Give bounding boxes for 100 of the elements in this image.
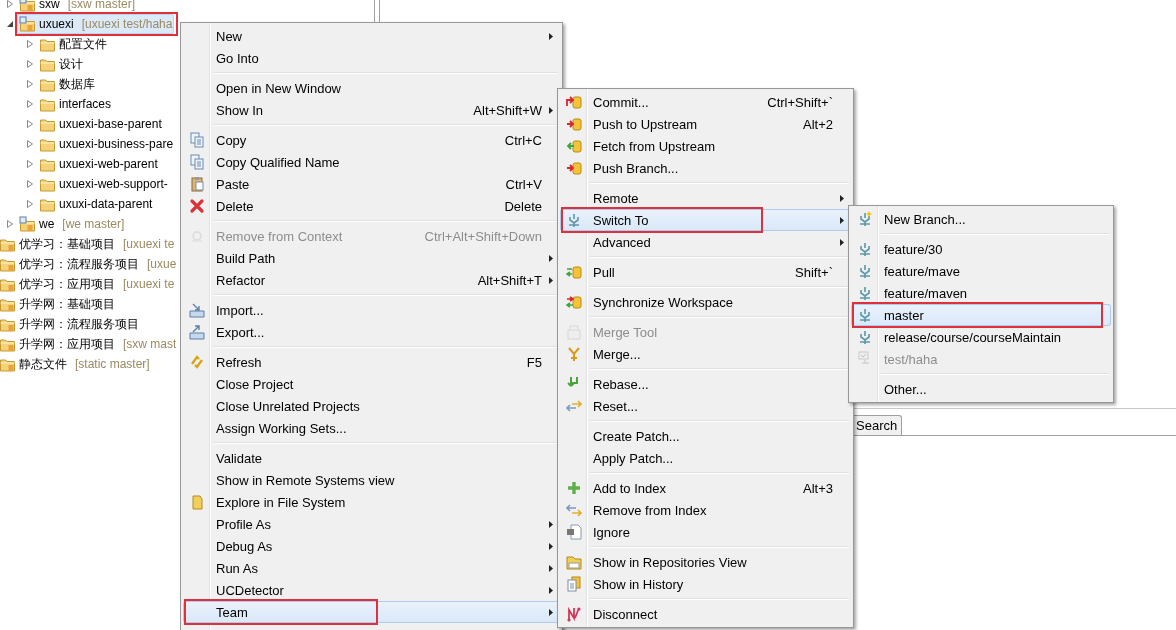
expand-arrow-icon[interactable] bbox=[24, 59, 35, 69]
folder-icon bbox=[39, 116, 56, 132]
tree-item[interactable]: 升学网：应用项目 [sxw mast bbox=[2, 334, 179, 354]
menu-item[interactable]: Copy Ctrl+C bbox=[183, 129, 560, 151]
expand-arrow-icon[interactable] bbox=[24, 99, 35, 109]
menu-item[interactable]: Advanced bbox=[560, 231, 851, 253]
project-icon bbox=[0, 356, 16, 372]
menu-item[interactable]: Delete Delete bbox=[183, 195, 560, 217]
item-label: 优学习：基础项目 bbox=[19, 235, 115, 253]
tree-item[interactable]: interfaces bbox=[37, 94, 114, 114]
menu-item[interactable]: feature/mave bbox=[851, 260, 1111, 282]
expand-arrow-icon[interactable] bbox=[24, 119, 35, 129]
menu-item[interactable]: Show In Alt+Shift+W bbox=[183, 99, 560, 121]
menu-item[interactable]: Open in New Window bbox=[183, 77, 560, 99]
menu-item[interactable]: Apply Patch... bbox=[560, 447, 851, 469]
menu-item[interactable]: Push to Upstream Alt+2 bbox=[560, 113, 851, 135]
menu-item[interactable]: Rebase... bbox=[560, 373, 851, 395]
menu-item[interactable]: Synchronize Workspace bbox=[560, 291, 851, 313]
expand-arrow-icon[interactable] bbox=[24, 139, 35, 149]
menu-item[interactable]: Pull Shift+` bbox=[560, 261, 851, 283]
menu-item[interactable]: Paste Ctrl+V bbox=[183, 173, 560, 195]
menu-item[interactable]: Build Path bbox=[183, 247, 560, 269]
project-icon bbox=[0, 316, 16, 332]
menu-item[interactable]: Reset... bbox=[560, 395, 851, 417]
tree-item[interactable]: 优学习：基础项目 [uxuexi te bbox=[2, 234, 177, 254]
expand-arrow-icon[interactable] bbox=[24, 79, 35, 89]
menu-item[interactable]: Show in Repositories View bbox=[560, 551, 851, 573]
menu-item[interactable]: Fetch from Upstream bbox=[560, 135, 851, 157]
menu-item[interactable]: Ignore bbox=[560, 521, 851, 543]
menu-item[interactable]: Profile As bbox=[183, 513, 560, 535]
tree-item[interactable]: uxuxi-data-parent bbox=[37, 194, 155, 214]
tree-item[interactable]: 配置文件 bbox=[37, 34, 109, 54]
project-icon bbox=[0, 296, 16, 312]
menu-item[interactable]: Close Project bbox=[183, 373, 560, 395]
menu-item[interactable]: Import... bbox=[183, 299, 560, 321]
menu-item[interactable]: Go Into bbox=[183, 47, 560, 69]
expand-arrow-icon[interactable] bbox=[24, 179, 35, 189]
tree-item[interactable]: 数据库 bbox=[37, 74, 97, 94]
tree-item[interactable]: 优学习：应用项目 [uxuexi te bbox=[2, 274, 177, 294]
menu-item[interactable]: Assign Working Sets... bbox=[183, 417, 560, 439]
menu-item[interactable]: UCDetector bbox=[183, 579, 560, 601]
folder-icon bbox=[39, 56, 56, 72]
folder-icon bbox=[39, 156, 56, 172]
project-icon bbox=[0, 256, 16, 272]
menu-item[interactable]: Copy Qualified Name bbox=[183, 151, 560, 173]
project-icon bbox=[0, 276, 16, 292]
menu-item[interactable]: Export... bbox=[183, 321, 560, 343]
menu-item[interactable]: Push Branch... bbox=[560, 157, 851, 179]
menu-item[interactable]: release/course/courseMaintain bbox=[851, 326, 1111, 348]
menu-item[interactable]: Merge... bbox=[560, 343, 851, 365]
tree-item[interactable]: uxuexi-web-support- bbox=[37, 174, 170, 194]
tree-item[interactable]: uxuexi-business-pare bbox=[37, 134, 176, 154]
tree-item[interactable]: 升学网：流程服务项目 bbox=[2, 314, 141, 334]
tree-item[interactable]: uxuexi-web-parent bbox=[37, 154, 160, 174]
item-label: 静态文件 bbox=[19, 355, 67, 373]
expand-arrow-icon[interactable] bbox=[4, 0, 15, 9]
menu-item[interactable]: master bbox=[851, 304, 1111, 326]
menu-item[interactable]: Add to Index Alt+3 bbox=[560, 477, 851, 499]
menu-item[interactable]: Show in History bbox=[560, 573, 851, 595]
item-label: 升学网：基础项目 bbox=[19, 295, 115, 313]
menu-item[interactable]: Switch To bbox=[560, 209, 851, 231]
branch-label: [we master] bbox=[62, 217, 125, 231]
menu-item[interactable]: Team bbox=[183, 601, 560, 623]
menu-item[interactable]: Validate bbox=[183, 447, 560, 469]
menu-item[interactable]: Explore in File System bbox=[183, 491, 560, 513]
menu-item[interactable]: Close Unrelated Projects bbox=[183, 395, 560, 417]
branch-label: [uxuexi test/haha bbox=[81, 17, 173, 31]
tree-item[interactable]: we [we master] bbox=[17, 214, 127, 234]
expand-arrow-icon[interactable] bbox=[4, 219, 15, 229]
expand-arrow-icon[interactable] bbox=[24, 159, 35, 169]
item-label: 升学网：流程服务项目 bbox=[19, 315, 139, 333]
menu-item[interactable]: Refresh F5 bbox=[183, 351, 560, 373]
tree-item[interactable]: sxw [sxw master] bbox=[17, 0, 137, 14]
menu-item[interactable]: Other... bbox=[851, 378, 1111, 400]
menu-item[interactable]: feature/maven bbox=[851, 282, 1111, 304]
menu-item[interactable]: New bbox=[183, 25, 560, 47]
menu-item[interactable]: Show in Remote Systems view bbox=[183, 469, 560, 491]
menu-item[interactable]: Run As bbox=[183, 557, 560, 579]
item-label: uxuxi-data-parent bbox=[59, 197, 153, 211]
tree-item[interactable]: 设计 bbox=[37, 54, 85, 74]
menu-item[interactable]: Debug As bbox=[183, 535, 560, 557]
view-tab[interactable]: Search bbox=[851, 415, 903, 435]
expand-arrow-icon[interactable] bbox=[24, 39, 35, 49]
item-label: 优学习：应用项目 bbox=[19, 275, 115, 293]
item-label: uxuexi-web-support- bbox=[59, 177, 168, 191]
tree-item[interactable]: 优学习：流程服务项目 [uxue bbox=[2, 254, 179, 274]
menu-item[interactable]: Disconnect bbox=[560, 603, 851, 625]
tree-item[interactable]: 升学网：基础项目 bbox=[2, 294, 117, 314]
menu-item[interactable]: feature/30 bbox=[851, 238, 1111, 260]
tree-item[interactable]: uxuexi [uxuexi test/haha bbox=[17, 14, 175, 34]
menu-item[interactable]: Create Patch... bbox=[560, 425, 851, 447]
tree-item[interactable]: 静态文件 [static master] bbox=[2, 354, 152, 374]
tree-item[interactable]: uxuexi-base-parent bbox=[37, 114, 164, 134]
menu-item[interactable]: Remove from Index bbox=[560, 499, 851, 521]
menu-item[interactable]: Remote bbox=[560, 187, 851, 209]
menu-item[interactable]: New Branch... bbox=[851, 208, 1111, 230]
expand-arrow-icon[interactable] bbox=[24, 199, 35, 209]
menu-item[interactable]: Refactor Alt+Shift+T bbox=[183, 269, 560, 291]
item-label: 优学习：流程服务项目 bbox=[19, 255, 139, 273]
menu-item[interactable]: Commit... Ctrl+Shift+` bbox=[560, 91, 851, 113]
